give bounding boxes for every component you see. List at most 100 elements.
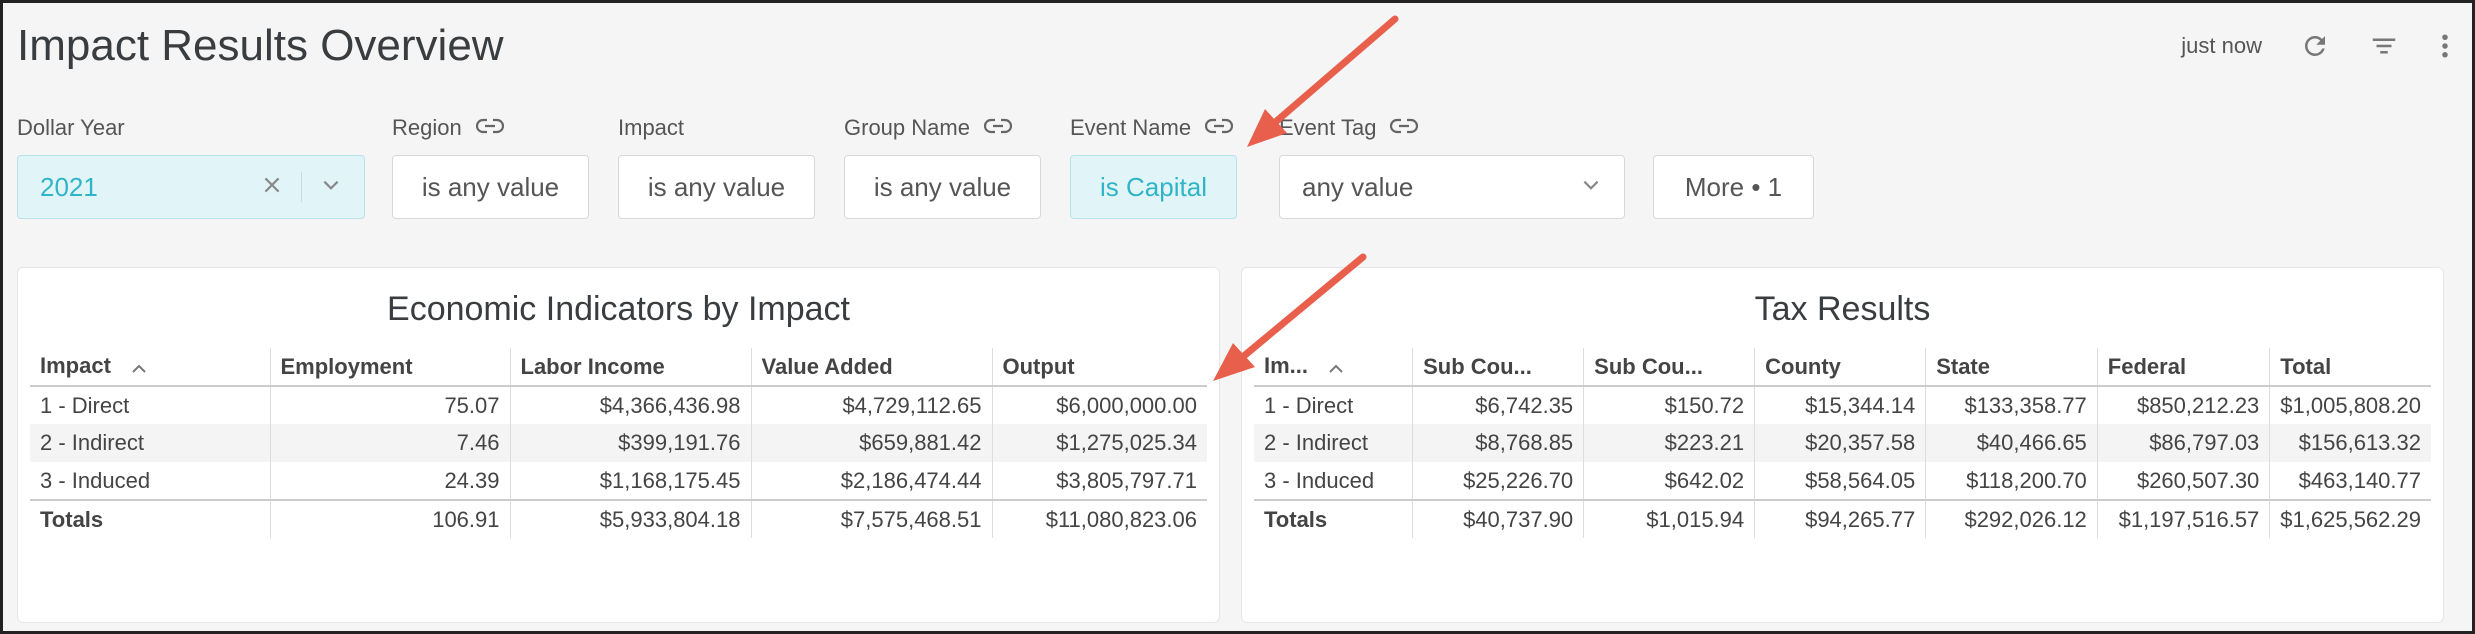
column-header[interactable]: Im... xyxy=(1254,348,1414,387)
cell: $4,729,112.65 xyxy=(751,386,993,424)
table-row: 1 - Direct 75.07 $4,366,436.98 $4,729,112.6… xyxy=(30,386,1207,424)
more-vertical-icon[interactable] xyxy=(2438,31,2452,61)
totals-row: Totals $40,737.90 $1,015.94 $94,265.77 $292,… xyxy=(1254,499,2431,538)
refresh-icon[interactable] xyxy=(2300,31,2330,61)
cell: $3,805,797.71 xyxy=(1056,467,1197,493)
cell: $1,015.94 xyxy=(1583,499,1756,538)
cell: 24.39 xyxy=(270,462,511,500)
cell: 3 - Induced xyxy=(1254,462,1414,500)
table-row: 1 - Direct $6,742.35 $150.72 $15,344.14 $133… xyxy=(1254,386,2431,424)
cell: 3 - Induced xyxy=(30,462,271,500)
column-header[interactable]: Employment xyxy=(270,348,511,387)
cell: $2,186,474.44 xyxy=(751,462,993,500)
cell: 7.46 xyxy=(270,424,511,462)
column-header[interactable]: Total xyxy=(2269,348,2431,387)
clear-icon[interactable] xyxy=(261,172,283,203)
cell: $4,366,436.98 xyxy=(510,386,752,424)
cell: $58,564.05 xyxy=(1754,462,1927,500)
event-tag-value: any value xyxy=(1302,171,1414,202)
filter-dollar-year: Dollar Year 2021 xyxy=(17,111,365,219)
cell: $15,344.14 xyxy=(1754,386,1927,424)
cell: $1,625,562.29 xyxy=(2269,499,2431,538)
panel-title: Tax Results xyxy=(1754,290,1931,328)
link-icon xyxy=(983,115,1013,141)
column-header[interactable]: Federal xyxy=(2097,348,2271,387)
cell: $1,168,175.45 xyxy=(510,462,752,500)
cell: $40,466.65 xyxy=(1925,424,2098,462)
region-filter-input[interactable]: is any value xyxy=(392,155,589,219)
filter-label: Dollar Year xyxy=(17,115,125,140)
filter-impact: Impact is any value xyxy=(618,111,815,219)
more-filters-button[interactable]: More • 1 xyxy=(1653,155,1814,219)
column-header[interactable]: Sub Cou... xyxy=(1583,348,1756,387)
group-name-filter-input[interactable]: is any value xyxy=(844,155,1041,219)
cell: $20,357.58 xyxy=(1754,424,1927,462)
cell: $86,797.03 xyxy=(2097,424,2271,462)
filter-label: Group Name xyxy=(844,115,970,140)
cell: $8,768.85 xyxy=(1412,424,1585,462)
toolbar: just now xyxy=(2181,31,2452,61)
table-row: 2 - Indirect $8,768.85 $223.21 $20,357.58 $4… xyxy=(1254,424,2431,462)
column-header[interactable]: Output xyxy=(992,348,1207,387)
filter-label: Event Tag xyxy=(1279,115,1377,140)
column-header[interactable]: Impact xyxy=(30,348,271,387)
dollar-year-value: 2021 xyxy=(40,171,98,202)
cell: $1,005,808.20 xyxy=(2280,392,2421,418)
cell: $260,507.30 xyxy=(2097,462,2271,500)
cell: $150.72 xyxy=(1583,386,1756,424)
impact-filter-input[interactable]: is any value xyxy=(618,155,815,219)
economic-indicators-table: Impact Employment Labor Income Value Add… xyxy=(30,348,1207,538)
cell: $1,275,025.34 xyxy=(992,424,1207,462)
table-row: 3 - Induced 24.39 $1,168,175.45 $2,186,474.… xyxy=(30,462,1207,500)
sort-ascending-icon[interactable] xyxy=(131,354,147,380)
cell: $850,212.23 xyxy=(2097,386,2271,424)
column-header[interactable]: State xyxy=(1925,348,2098,387)
table-row: 2 - Indirect 7.46 $399,191.76 $659,881.42 $1… xyxy=(30,424,1207,462)
filter-event-name: Event Name is Capital xyxy=(1070,111,1237,219)
filter-more: More • 1 xyxy=(1653,111,1814,219)
filter-label: Region xyxy=(392,115,462,140)
cell: 2 - Indirect xyxy=(1254,424,1414,462)
filter-event-tag: Event Tag any value xyxy=(1279,111,1625,219)
panel-title: Economic Indicators by Impact xyxy=(387,290,850,328)
column-header[interactable]: Value Added xyxy=(751,348,993,387)
cell: $133,358.77 xyxy=(1925,386,2098,424)
link-icon xyxy=(1204,115,1234,141)
filter-icon[interactable] xyxy=(2368,31,2400,61)
tax-results-panel: Tax Results Im... Sub Cou... Sub Cou... … xyxy=(1241,267,2444,623)
cell: 1 - Direct xyxy=(1254,386,1414,424)
filter-region: Region is any value xyxy=(392,111,589,219)
cell: $118,200.70 xyxy=(1925,462,2098,500)
cell: 75.07 xyxy=(270,386,511,424)
cell: 2 - Indirect xyxy=(30,424,271,462)
filter-group-name: Group Name is any value xyxy=(844,111,1041,219)
cell: $6,000,000.00 xyxy=(1056,392,1197,418)
totals-row: Totals 106.91 $5,933,804.18 $7,575,468.51 $1… xyxy=(30,499,1207,538)
event-tag-select[interactable]: any value xyxy=(1279,155,1625,219)
dollar-year-select[interactable]: 2021 xyxy=(17,155,365,219)
sort-ascending-icon[interactable] xyxy=(1328,354,1344,380)
column-header[interactable]: County xyxy=(1754,348,1927,387)
cell: $463,140.77 xyxy=(2298,467,2421,493)
page-title: Impact Results Overview xyxy=(17,21,504,70)
tax-results-table: Im... Sub Cou... Sub Cou... County State… xyxy=(1254,348,2431,538)
cell: $399,191.76 xyxy=(510,424,752,462)
cell: $156,613.32 xyxy=(2269,424,2431,462)
link-icon xyxy=(475,115,504,141)
column-header[interactable]: Sub Cou... xyxy=(1412,348,1585,387)
divider xyxy=(301,172,302,202)
link-icon xyxy=(1390,115,1419,141)
cell: $25,226.70 xyxy=(1412,462,1585,500)
cell: $7,575,468.51 xyxy=(751,499,993,538)
chevron-down-icon[interactable] xyxy=(320,172,342,203)
cell: $292,026.12 xyxy=(1925,499,2098,538)
cell: $223.21 xyxy=(1583,424,1756,462)
chevron-down-icon[interactable] xyxy=(1580,172,1602,203)
cell: $40,737.90 xyxy=(1412,499,1585,538)
economic-indicators-panel: Economic Indicators by Impact Impact Emp… xyxy=(17,267,1220,623)
cell: Totals xyxy=(30,499,271,538)
cell: 1 - Direct xyxy=(30,386,271,424)
event-name-filter-input[interactable]: is Capital xyxy=(1070,155,1237,219)
column-header[interactable]: Labor Income xyxy=(510,348,752,387)
table-row: 3 - Induced $25,226.70 $642.02 $58,564.05 $1… xyxy=(1254,462,2431,500)
